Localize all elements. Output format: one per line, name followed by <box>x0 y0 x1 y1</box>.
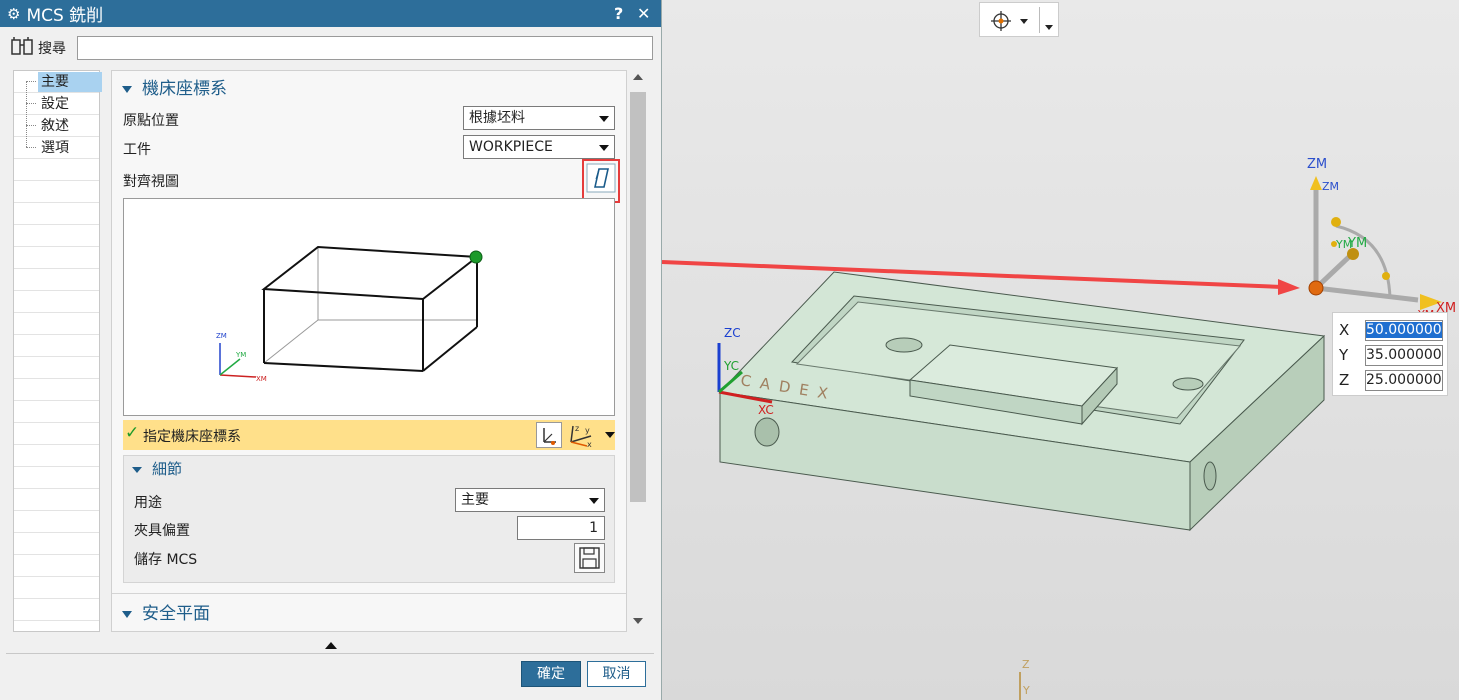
preview-zm-label: ZM <box>216 332 227 340</box>
close-icon[interactable]: ✕ <box>637 4 650 23</box>
specify-mcs-label: 指定機床座標系 <box>143 429 241 445</box>
nav-tree: 主要 設定 敘述 選項 <box>13 70 102 632</box>
block-preview-graphic: ZM YM XM <box>216 245 483 383</box>
z-coordinate-input[interactable]: 25.000000 <box>1365 370 1443 391</box>
purpose-label: 用途 <box>134 495 162 511</box>
search-label: 搜尋 <box>38 41 66 57</box>
cancel-button[interactable]: 取消 <box>587 661 646 687</box>
specify-mcs-row[interactable]: ✓ 指定機床座標系 z y x <box>123 420 615 450</box>
section-clearance-plane[interactable]: 安全平面 <box>122 599 210 624</box>
mcs-mill-dialog: ⚙ MCS 銑削 ? ✕ 搜尋 主要 設定 敘述 選項 機床座標系 原點位置 根… <box>0 0 662 700</box>
dialog-title: MCS 銑削 <box>26 6 104 26</box>
help-icon[interactable]: ? <box>614 4 623 23</box>
fixture-offset-label: 夾具偏置 <box>134 523 190 539</box>
settings-panel: 機床座標系 原點位置 根據坯料 工件 WORKPIECE 對齊視圖 ZM YM … <box>111 70 627 632</box>
x-coordinate-input[interactable]: 50.000000 <box>1365 320 1443 341</box>
fixture-offset-input[interactable]: 1 <box>517 516 605 540</box>
workpiece-label: 工件 <box>123 142 151 158</box>
yc-label: YC <box>723 359 739 373</box>
align-view-icon[interactable] <box>586 163 616 193</box>
ym-label-inner: YM <box>1335 238 1352 251</box>
nav-item-description[interactable]: 敘述 <box>38 116 72 136</box>
nav-item-settings[interactable]: 設定 <box>38 94 72 114</box>
ok-button[interactable]: 確定 <box>521 661 581 687</box>
chevron-down-icon <box>589 498 599 504</box>
coordinate-input-box: X 50.000000 Y 35.000000 Z 25.000000 <box>1332 312 1448 396</box>
zc-label: ZC <box>724 326 741 340</box>
zm-label-inner: ZM <box>1322 180 1339 193</box>
search-row: 搜尋 <box>10 34 653 62</box>
expand-collapse-icon[interactable] <box>325 642 337 649</box>
svg-text:x: x <box>587 440 592 448</box>
chevron-down-icon <box>599 145 609 151</box>
y-axis-label: Y <box>1339 346 1349 364</box>
title-bar: ⚙ MCS 銑削 ? ✕ <box>0 0 661 27</box>
collapse-triangle-icon <box>122 610 132 618</box>
save-mcs-label: 儲存 MCS <box>134 552 198 568</box>
svg-text:y: y <box>585 426 590 435</box>
align-view-label: 對齊視圖 <box>123 174 179 190</box>
nav-item-main[interactable]: 主要 <box>38 72 102 92</box>
tree-line <box>26 81 37 147</box>
x-axis-label: X <box>1339 321 1350 339</box>
y-coordinate-input[interactable]: 35.000000 <box>1365 345 1443 366</box>
abs-z-label: Z <box>1022 658 1030 671</box>
zm-label: ZM <box>1307 157 1327 172</box>
abs-y-label: Y <box>1022 684 1030 697</box>
collapse-triangle-icon <box>132 466 142 473</box>
graphics-window[interactable]: CADEX ZC YC XC ZM ZM YM YM XM YM Z Y <box>662 0 1459 700</box>
purpose-select[interactable]: 主要 <box>455 488 605 512</box>
preview-xm-label: XM <box>256 375 267 383</box>
svg-text:z: z <box>575 424 579 433</box>
chevron-down-icon[interactable] <box>605 432 615 438</box>
csys-icon[interactable]: z y x <box>565 422 595 448</box>
workpiece-select[interactable]: WORKPIECE <box>463 135 615 159</box>
scrollbar-thumb[interactable] <box>630 92 646 502</box>
section-details[interactable]: 細節 <box>132 458 182 479</box>
xc-label: XC <box>758 403 774 417</box>
section-machine-csys[interactable]: 機床座標系 <box>122 74 227 99</box>
orient-preview: ZM YM XM <box>123 198 615 416</box>
origin-position-select[interactable]: 根據坯料 <box>463 106 615 130</box>
save-icon[interactable] <box>574 543 605 573</box>
origin-position-label: 原點位置 <box>123 113 179 129</box>
checkmark-icon: ✓ <box>125 423 140 443</box>
nav-item-options[interactable]: 選項 <box>38 138 72 158</box>
z-axis-label: Z <box>1339 371 1350 389</box>
scroll-down-icon[interactable] <box>633 618 643 624</box>
panel-scrollbar[interactable] <box>628 70 648 632</box>
csys-dialog-icon[interactable] <box>536 422 562 448</box>
chevron-down-icon <box>599 116 609 122</box>
preview-ym-label: YM <box>235 351 246 359</box>
scroll-up-icon[interactable] <box>633 74 643 80</box>
collapse-triangle-icon <box>122 85 132 93</box>
gear-icon: ⚙ <box>7 4 21 23</box>
details-group: 細節 用途 主要 夾具偏置 1 儲存 MCS <box>123 455 615 583</box>
binoculars-icon <box>11 37 33 55</box>
search-input[interactable] <box>77 36 653 60</box>
